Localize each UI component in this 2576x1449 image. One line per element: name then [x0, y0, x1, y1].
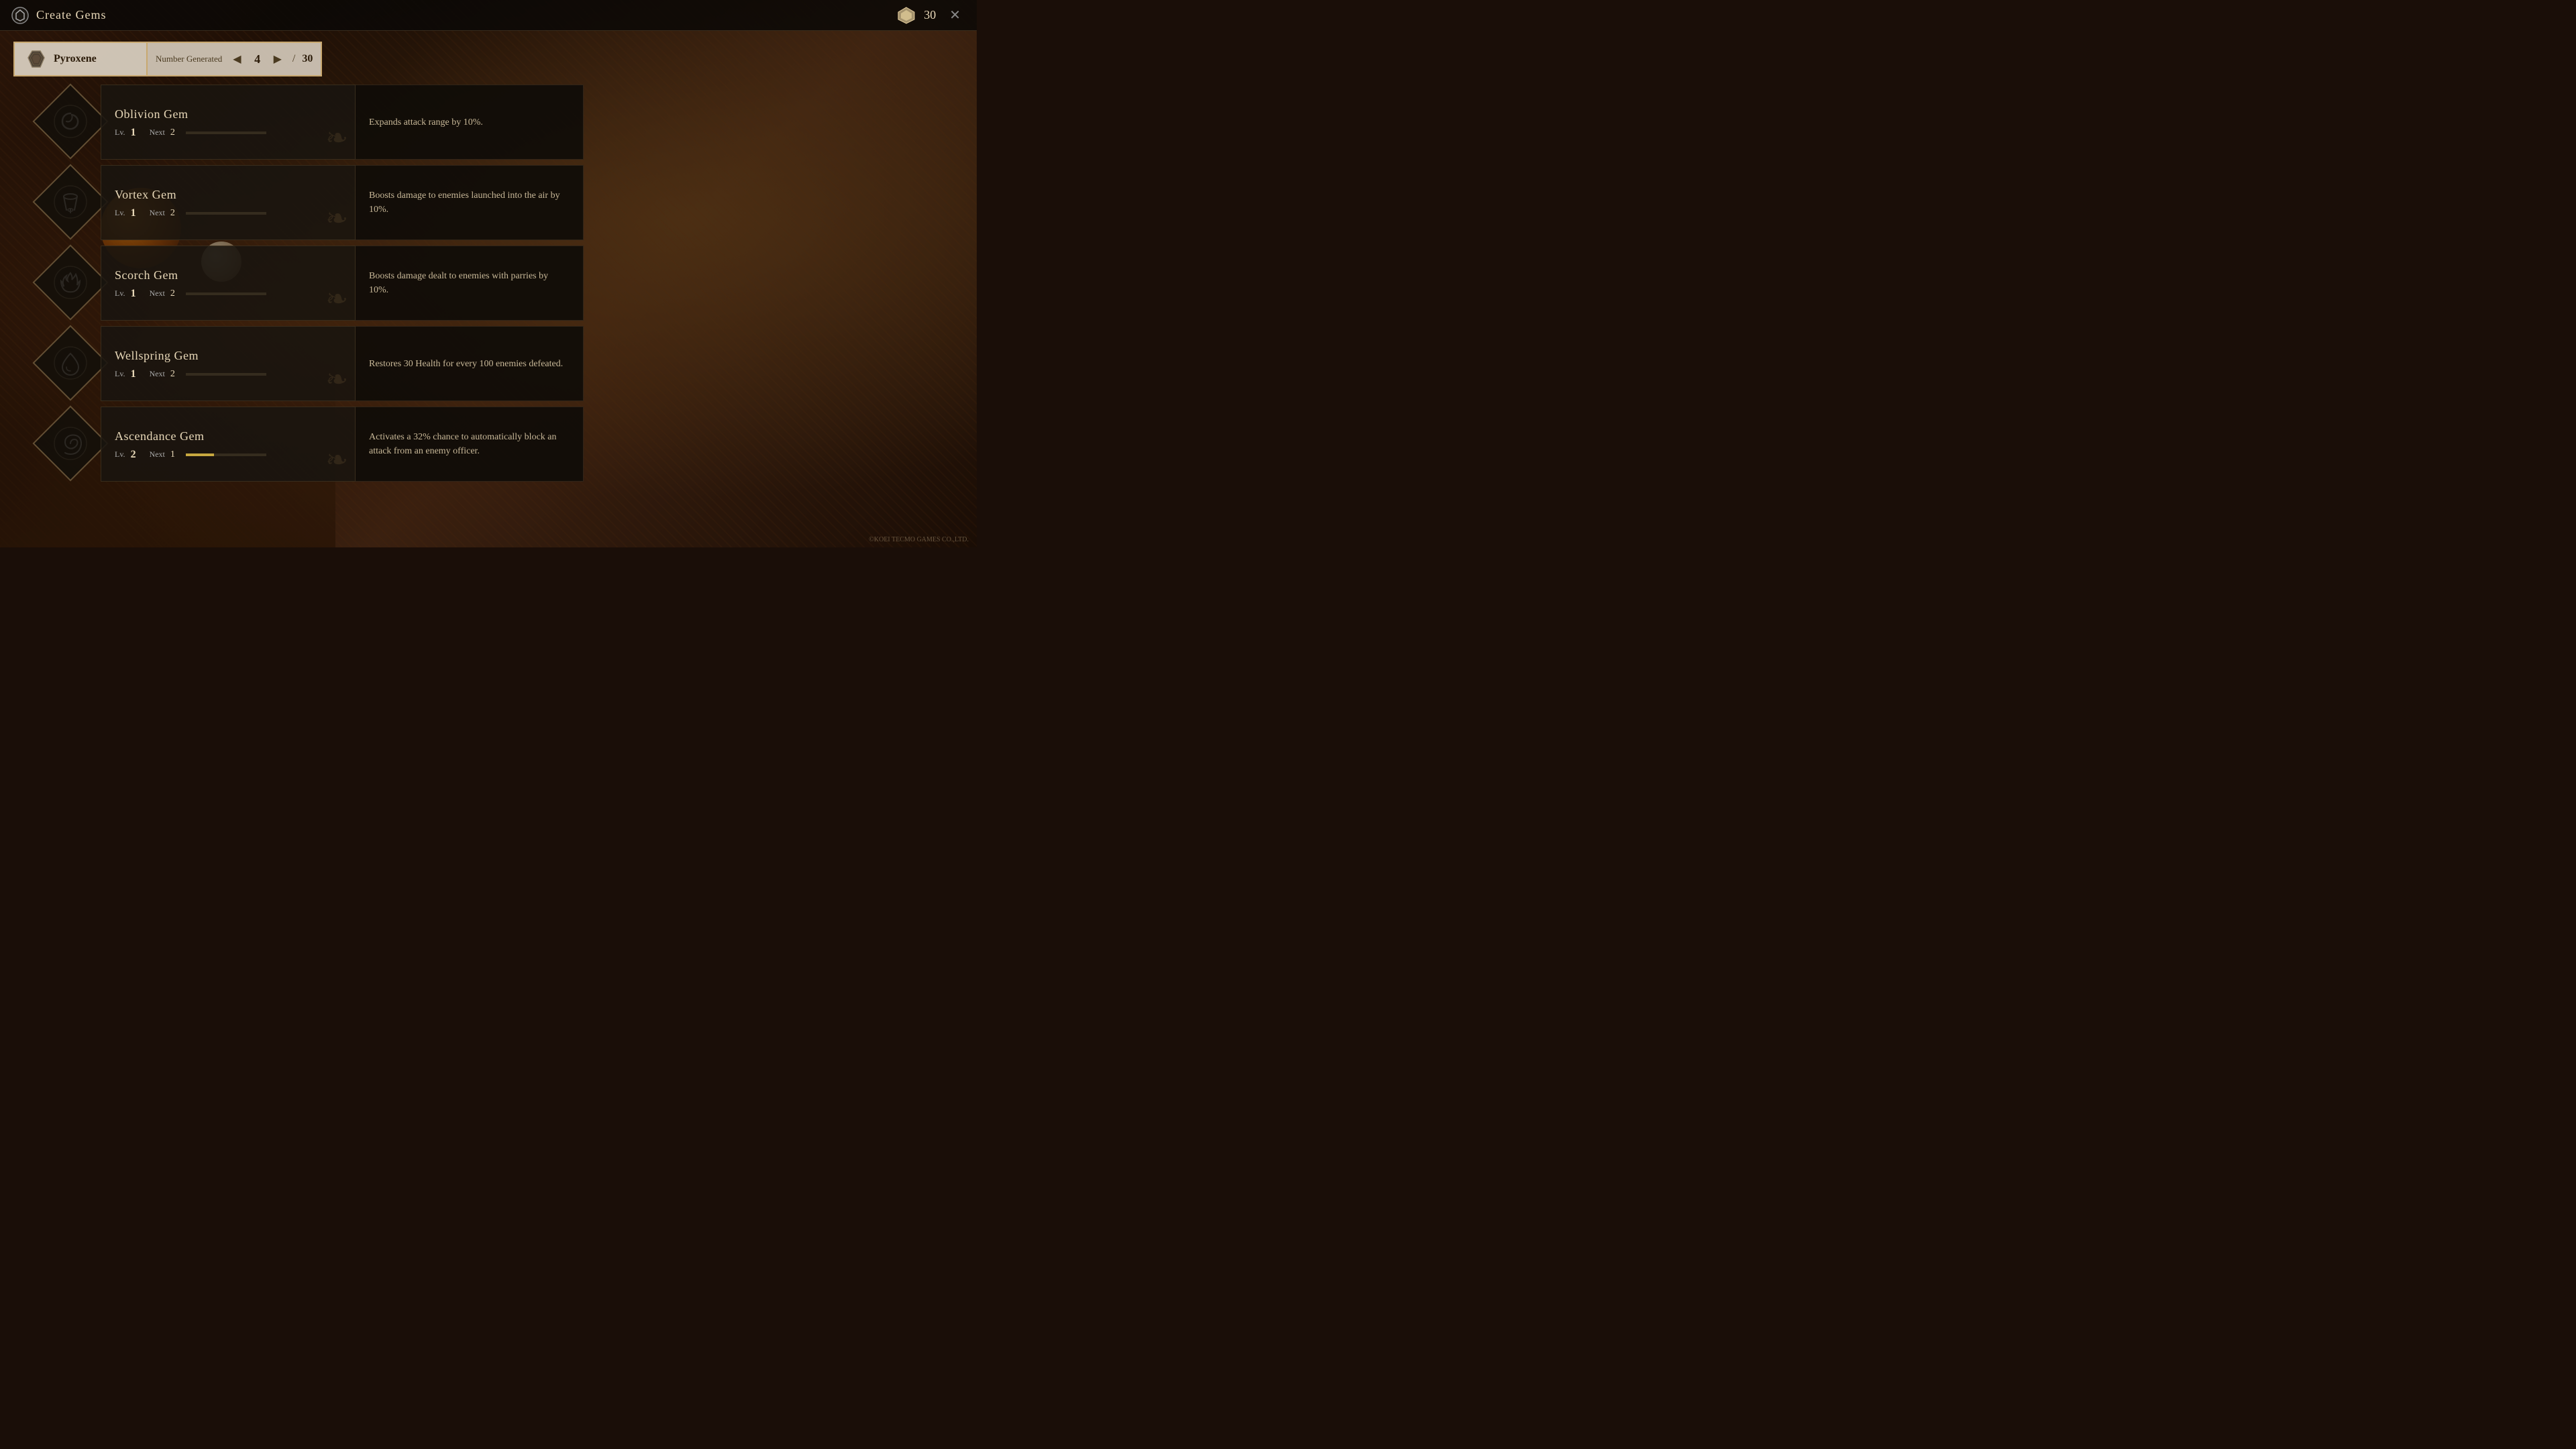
gem-name-oblivion: Oblivion Gem: [115, 107, 341, 121]
gem-lv-label-ascendance: Lv.: [115, 449, 125, 460]
gem-desc-vortex: Boosts damage to enemies launched into t…: [356, 165, 584, 240]
gem-swirl-deco: ❧: [325, 444, 348, 476]
gem-lv-label-vortex: Lv.: [115, 208, 125, 218]
gem-desc-text-vortex: Boosts damage to enemies launched into t…: [369, 189, 570, 217]
gem-lv-value-wellspring: 1: [131, 368, 136, 380]
gem-lv-value-scorch: 1: [131, 288, 136, 300]
gem-lv-value-vortex: 1: [131, 207, 136, 219]
gem-desc-text-wellspring: Restores 30 Health for every 100 enemies…: [369, 357, 563, 371]
gem-progress-bar-wellspring: [186, 373, 266, 376]
gem-icon-wellspring: [40, 333, 101, 393]
gem-info-vortex: Vortex Gem Lv. 1 Next 2 ❧: [101, 165, 356, 240]
number-control: Number Generated ◀ 4 ▶ / 30: [148, 42, 322, 76]
top-bar: Create Gems 30 ✕: [0, 0, 977, 31]
copyright: ©KOEI TECMO GAMES CO.,LTD.: [869, 536, 969, 543]
gem-swirl-deco: ❧: [325, 283, 348, 315]
number-label: Number Generated: [156, 54, 222, 64]
gem-diamond-bg: [32, 325, 108, 400]
gem-row-vortex[interactable]: Vortex Gem Lv. 1 Next 2 ❧ Boosts damage …: [40, 165, 963, 240]
material-name: Pyroxene: [54, 53, 97, 65]
title-area: Create Gems: [11, 6, 106, 25]
gem-icon-oblivion: [40, 91, 101, 152]
gem-desc-oblivion: Expands attack range by 10%.: [356, 85, 584, 160]
top-right-area: 30 ✕: [897, 4, 966, 26]
create-gems-icon: [11, 6, 30, 25]
gem-progress-bar-vortex: [186, 212, 266, 215]
gem-desc-text-oblivion: Expands attack range by 10%.: [369, 115, 483, 129]
gem-progress-fill-ascendance: [186, 453, 214, 456]
gem-progress-bar-oblivion: [186, 131, 266, 134]
gem-row-wellspring[interactable]: Wellspring Gem Lv. 1 Next 2 ❧ Restores 3…: [40, 326, 963, 401]
gem-diamond-bg: [32, 244, 108, 320]
gem-swirl-deco: ❧: [325, 122, 348, 154]
number-value: 4: [250, 52, 266, 66]
gem-next-value-ascendance: 1: [170, 449, 175, 460]
gem-swirl-deco: ❧: [325, 364, 348, 395]
number-divider: /: [292, 53, 295, 65]
gem-icon-vortex: [40, 172, 101, 232]
gem-level-row-oblivion: Lv. 1 Next 2: [115, 127, 341, 139]
gem-lv-label-oblivion: Lv.: [115, 127, 125, 138]
gem-name-ascendance: Ascendance Gem: [115, 429, 341, 443]
gem-info-oblivion: Oblivion Gem Lv. 1 Next 2 ❧: [101, 85, 356, 160]
gem-level-row-vortex: Lv. 1 Next 2: [115, 207, 341, 219]
gem-desc-ascendance: Activates a 32% chance to automatically …: [356, 407, 584, 482]
gem-diamond-bg: [32, 405, 108, 481]
page-title: Create Gems: [36, 8, 106, 22]
gem-lv-label-wellspring: Lv.: [115, 369, 125, 379]
gem-progress-bar-scorch: [186, 292, 266, 295]
gem-name-vortex: Vortex Gem: [115, 188, 341, 202]
gem-swirl-deco: ❧: [325, 203, 348, 234]
gem-lv-value-ascendance: 2: [131, 449, 136, 461]
controls-row: Pyroxene Number Generated ◀ 4 ▶ / 30: [13, 42, 342, 76]
gem-level-row-ascendance: Lv. 2 Next 1: [115, 449, 341, 461]
gem-next-value-oblivion: 2: [170, 127, 175, 138]
number-prev-button[interactable]: ◀: [229, 51, 245, 67]
gem-next-label-oblivion: Next: [150, 127, 165, 138]
gem-icon-ascendance: [40, 413, 101, 474]
gem-next-label-ascendance: Next: [150, 449, 165, 460]
gem-lv-label-scorch: Lv.: [115, 288, 125, 299]
gem-info-wellspring: Wellspring Gem Lv. 1 Next 2 ❧: [101, 326, 356, 401]
gem-desc-text-ascendance: Activates a 32% chance to automatically …: [369, 430, 570, 458]
gem-name-scorch: Scorch Gem: [115, 268, 341, 282]
pyroxene-icon: [25, 48, 47, 70]
gem-list: Oblivion Gem Lv. 1 Next 2 ❧ Expands atta…: [40, 85, 963, 537]
gem-row-scorch[interactable]: Scorch Gem Lv. 1 Next 2 ❧ Boosts damage …: [40, 246, 963, 321]
gem-desc-wellspring: Restores 30 Health for every 100 enemies…: [356, 326, 584, 401]
material-selector[interactable]: Pyroxene: [13, 42, 148, 76]
close-button[interactable]: ✕: [944, 4, 966, 26]
gem-next-value-scorch: 2: [170, 288, 175, 299]
number-next-button[interactable]: ▶: [270, 51, 286, 67]
gem-diamond-bg: [32, 83, 108, 159]
gem-level-row-wellspring: Lv. 1 Next 2: [115, 368, 341, 380]
gem-diamond-bg: [32, 164, 108, 239]
gem-progress-bar-ascendance: [186, 453, 266, 456]
gem-desc-scorch: Boosts damage dealt to enemies with parr…: [356, 246, 584, 321]
gem-row-oblivion[interactable]: Oblivion Gem Lv. 1 Next 2 ❧ Expands atta…: [40, 85, 963, 160]
gem-icon-scorch: [40, 252, 101, 313]
gem-row-ascendance[interactable]: Ascendance Gem Lv. 2 Next 1 ❧ Activates …: [40, 407, 963, 482]
gem-level-row-scorch: Lv. 1 Next 2: [115, 288, 341, 300]
currency-count: 30: [924, 8, 936, 22]
gem-name-wellspring: Wellspring Gem: [115, 349, 341, 363]
gem-next-value-wellspring: 2: [170, 369, 175, 380]
currency-icon: [897, 6, 916, 25]
gem-next-label-vortex: Next: [150, 208, 165, 218]
gem-info-scorch: Scorch Gem Lv. 1 Next 2 ❧: [101, 246, 356, 321]
main-content: Pyroxene Number Generated ◀ 4 ▶ / 30 Obl…: [0, 31, 977, 547]
gem-next-value-vortex: 2: [170, 208, 175, 219]
number-total: 30: [302, 53, 313, 65]
gem-info-ascendance: Ascendance Gem Lv. 2 Next 1 ❧: [101, 407, 356, 482]
gem-next-label-scorch: Next: [150, 288, 165, 299]
gem-desc-text-scorch: Boosts damage dealt to enemies with parr…: [369, 269, 570, 297]
gem-next-label-wellspring: Next: [150, 369, 165, 379]
gem-lv-value-oblivion: 1: [131, 127, 136, 139]
material-icon-box: [25, 48, 47, 70]
